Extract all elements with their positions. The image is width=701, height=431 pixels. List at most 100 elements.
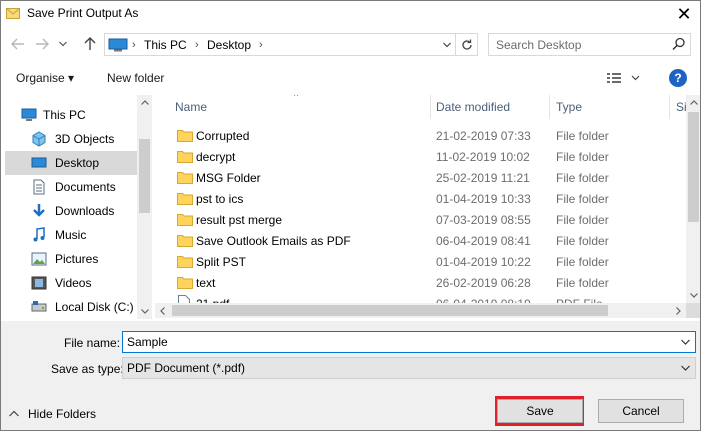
column-divider[interactable]: [549, 95, 550, 119]
list-item[interactable]: Split PST 01-04-2019 10:22 File folder: [155, 251, 685, 272]
column-header-type[interactable]: Type: [556, 99, 582, 115]
scroll-up-icon[interactable]: [137, 95, 152, 110]
list-item[interactable]: result pst merge 07-03-2019 08:55 File f…: [155, 209, 685, 230]
sidebar-item-label: Local Disk (C:): [55, 300, 134, 314]
column-header-date-modified[interactable]: Date modified: [436, 99, 510, 115]
list-item[interactable]: Corrupted 21-02-2019 07:33 File folder: [155, 125, 685, 146]
sidebar-item-desktop[interactable]: Desktop: [5, 151, 137, 175]
sidebar-item-label: Music: [55, 228, 87, 242]
list-item[interactable]: decrypt 11-02-2019 10:02 File folder: [155, 146, 685, 167]
breadcrumb-separator: ›: [132, 39, 136, 51]
hide-folders-button[interactable]: Hide Folders: [9, 406, 96, 422]
scroll-left-icon[interactable]: [155, 303, 170, 318]
folder-icon: [177, 277, 193, 289]
new-folder-button[interactable]: New folder: [107, 70, 164, 86]
folder-icon: [177, 130, 193, 142]
save-dialog: Save Print Output As ✕ › This PC › Deskt…: [0, 0, 701, 431]
breadcrumb-desktop[interactable]: Desktop: [207, 37, 251, 53]
back-button[interactable]: [9, 35, 27, 53]
refresh-button[interactable]: [455, 34, 477, 55]
column-divider[interactable]: [430, 95, 431, 119]
disk-icon: [31, 301, 47, 312]
file-name-dropdown-button[interactable]: [678, 334, 692, 350]
sidebar-item-label: Downloads: [55, 204, 115, 218]
arrow-right-icon: [36, 38, 49, 50]
search-input[interactable]: [489, 34, 669, 55]
sidebar-item-label: Pictures: [55, 252, 99, 266]
arrow-left-icon: [11, 38, 24, 50]
file-date: 01-04-2019 10:22: [436, 255, 531, 269]
forward-button[interactable]: [33, 35, 51, 53]
file-type: File folder: [556, 129, 609, 143]
file-list: ^ Name Date modified Type Si Corrupted 2…: [155, 95, 700, 319]
address-bar[interactable]: › This PC › Desktop ›: [104, 33, 478, 56]
file-name: Save Outlook Emails as PDF: [196, 234, 351, 248]
scroll-down-icon[interactable]: [686, 288, 700, 303]
list-item[interactable]: Save Outlook Emails as PDF 06-04-2019 08…: [155, 230, 685, 251]
column-divider[interactable]: [669, 95, 670, 119]
sidebar-item-label: Videos: [55, 276, 92, 290]
address-dropdown-button[interactable]: [440, 36, 454, 54]
file-date: 06-04-2019 08:41: [436, 234, 531, 248]
file-list-horizontal-scrollbar[interactable]: [155, 303, 700, 318]
search-icon[interactable]: [672, 37, 686, 51]
sidebar-item-pictures[interactable]: Pictures: [5, 247, 137, 271]
file-name: decrypt: [196, 150, 236, 164]
refresh-icon: [461, 39, 472, 50]
scroll-up-icon[interactable]: [686, 95, 700, 110]
close-button[interactable]: ✕: [668, 1, 700, 27]
organise-menu-button[interactable]: Organise ▾: [16, 70, 74, 86]
sidebar-item-label: Documents: [55, 180, 116, 194]
column-header-name[interactable]: Name: [175, 99, 207, 115]
sidebar-item-documents[interactable]: Documents: [5, 175, 137, 199]
list-item[interactable]: MSG Folder 25-02-2019 11:21 File folder: [155, 167, 685, 188]
file-name: MSG Folder: [196, 171, 261, 185]
sidebar-item-label: Desktop: [55, 156, 100, 170]
scrollbar-thumb[interactable]: [172, 305, 608, 316]
file-type: File folder: [556, 213, 609, 227]
save-as-type-dropdown-button[interactable]: [678, 360, 692, 376]
recent-locations-button[interactable]: [56, 35, 70, 53]
navigation-scrollbar[interactable]: [137, 95, 152, 319]
chevron-up-icon: [9, 410, 19, 417]
sidebar-item-local-disk[interactable]: Local Disk (C:): [5, 295, 137, 319]
file-type: File folder: [556, 192, 609, 206]
sidebar-item-label: 3D Objects: [55, 132, 115, 146]
toolbar: Organise ▾ New folder: [1, 63, 700, 93]
sidebar-item-this-pc[interactable]: This PC: [5, 103, 137, 127]
document-icon: [33, 179, 45, 195]
file-date: 01-04-2019 10:33: [436, 192, 531, 206]
up-button[interactable]: [81, 35, 99, 53]
scroll-right-icon[interactable]: [671, 303, 686, 318]
scrollbar-thumb[interactable]: [688, 112, 699, 222]
search-box[interactable]: [488, 33, 691, 56]
save-button[interactable]: Save: [497, 399, 583, 423]
file-name: result pst merge: [196, 213, 283, 227]
hide-folders-label: Hide Folders: [28, 407, 97, 421]
file-name: text: [196, 276, 216, 290]
help-icon[interactable]: ?: [669, 69, 687, 87]
chevron-down-icon: [680, 365, 690, 371]
view-options-icon: [607, 73, 640, 83]
breadcrumb-separator: ›: [259, 39, 263, 51]
sidebar-item-music[interactable]: Music: [5, 223, 137, 247]
chevron-down-icon: [443, 42, 451, 48]
file-date: 07-03-2019 08:55: [436, 213, 531, 227]
save-as-type-select[interactable]: PDF Document (*.pdf): [122, 357, 696, 379]
sidebar-item-downloads[interactable]: Downloads: [5, 199, 137, 223]
save-as-type-label: Save as type:: [51, 362, 124, 376]
file-name-label: File name:: [64, 336, 121, 350]
breadcrumb-this-pc[interactable]: This PC: [144, 37, 187, 53]
file-name-combobox[interactable]: [122, 331, 696, 353]
view-options-button[interactable]: [607, 71, 641, 85]
file-list-scrollbar[interactable]: [686, 95, 700, 303]
list-item[interactable]: pst to ics 01-04-2019 10:33 File folder: [155, 188, 685, 209]
scrollbar-thumb[interactable]: [139, 139, 150, 213]
file-name-input[interactable]: [123, 332, 671, 352]
list-item[interactable]: text 26-02-2019 06:28 File folder: [155, 272, 685, 293]
scroll-down-icon[interactable]: [137, 304, 152, 319]
sidebar-item-videos[interactable]: Videos: [5, 271, 137, 295]
cancel-button[interactable]: Cancel: [598, 399, 684, 423]
sidebar-item-3d-objects[interactable]: 3D Objects: [5, 127, 137, 151]
folder-icon: [177, 256, 193, 268]
